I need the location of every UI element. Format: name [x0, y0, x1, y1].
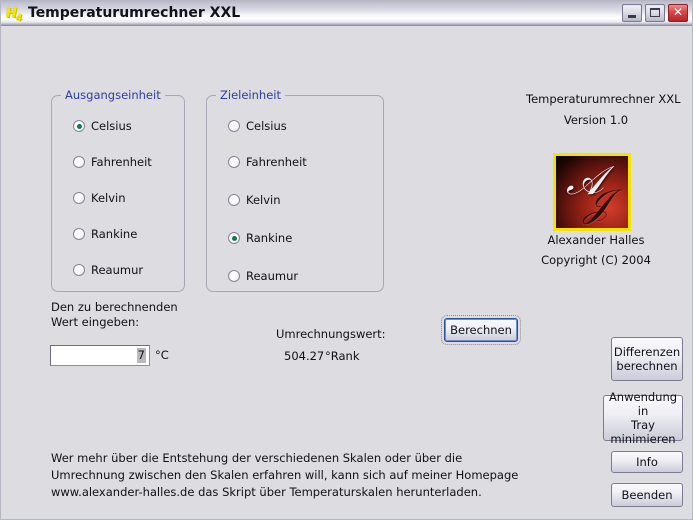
radio-target-celsius[interactable]: Celsius [228, 118, 287, 134]
target-unit-legend: Zieleinheit [216, 88, 285, 102]
result-value: 504.27 [284, 349, 325, 363]
radio-indicator-icon [73, 156, 85, 168]
radio-indicator-icon [73, 264, 85, 276]
calculate-button[interactable]: Berechnen [441, 315, 521, 345]
about-version: Version 1.0 [563, 113, 629, 127]
radio-label: Fahrenheit [246, 155, 307, 169]
application-window: H4 Temperaturumrechner XXL ✕ Ausgangsein… [0, 0, 693, 520]
radio-indicator-icon [228, 270, 240, 282]
radio-source-fahrenheit[interactable]: Fahrenheit [73, 154, 152, 170]
radio-indicator-icon [228, 232, 240, 244]
minimize-to-tray-button[interactable]: Anwendung in Tray minimieren [603, 390, 683, 446]
app-icon: H4 [6, 6, 22, 24]
radio-indicator-icon [73, 228, 85, 240]
radio-indicator-icon [73, 120, 85, 132]
radio-indicator-icon [228, 194, 240, 206]
radio-label: Fahrenheit [91, 155, 152, 169]
radio-target-rankine[interactable]: Rankine [228, 230, 292, 246]
radio-source-kelvin[interactable]: Kelvin [73, 190, 126, 206]
minimize-button[interactable] [622, 4, 642, 22]
input-unit-label: °C [155, 348, 169, 362]
radio-source-reaumur[interactable]: Reaumur [73, 262, 143, 278]
radio-label: Reaumur [91, 263, 144, 277]
radio-label: Kelvin [246, 193, 281, 207]
target-unit-group: Zieleinheit Celsius Fahrenheit Kelvin Ra… [206, 88, 384, 292]
radio-label: Celsius [246, 119, 287, 133]
radio-label: Kelvin [91, 191, 126, 205]
close-button[interactable]: ✕ [668, 4, 688, 22]
maximize-button[interactable] [645, 4, 665, 22]
radio-indicator-icon [228, 120, 240, 132]
about-copyright: Copyright (C) 2004 [541, 253, 651, 267]
value-input[interactable]: 7 [50, 345, 150, 366]
radio-label: Rankine [246, 231, 293, 245]
radio-label: Reaumur [246, 269, 299, 283]
about-author: Alexander Halles [547, 233, 645, 247]
footer-note: Wer mehr über die Entstehung der verschi… [51, 451, 519, 499]
quit-button[interactable]: Beenden [611, 483, 683, 507]
radio-target-reaumur[interactable]: Reaumur [228, 268, 298, 284]
value-input-text: 7 [136, 348, 146, 363]
result-label: Umrechnungswert: [276, 327, 386, 341]
author-logo: 𝒜 𝒥 [553, 153, 631, 231]
info-button[interactable]: Info [611, 451, 683, 473]
radio-source-rankine[interactable]: Rankine [73, 226, 137, 242]
radio-target-fahrenheit[interactable]: Fahrenheit [228, 154, 307, 170]
radio-target-kelvin[interactable]: Kelvin [228, 192, 281, 208]
input-prompt-label: Den zu berechnenden Wert eingeben: [51, 300, 178, 329]
window-title: Temperaturumrechner XXL [28, 5, 241, 21]
radio-label: Celsius [91, 119, 132, 133]
result-unit: °Rank [325, 349, 360, 363]
radio-source-celsius[interactable]: Celsius [73, 118, 132, 134]
logo-monogram-h-icon: 𝒥 [584, 181, 611, 225]
difference-calculate-button[interactable]: Differenzen berechnen [611, 337, 683, 381]
title-bar: H4 Temperaturumrechner XXL ✕ [1, 1, 692, 26]
radio-indicator-icon [73, 192, 85, 204]
about-title: Temperaturumrechner XXL [526, 92, 681, 106]
radio-label: Rankine [91, 227, 138, 241]
source-unit-group: Ausgangseinheit Celsius Fahrenheit Kelvi… [51, 88, 185, 292]
source-unit-legend: Ausgangseinheit [61, 88, 165, 102]
radio-indicator-icon [228, 156, 240, 168]
